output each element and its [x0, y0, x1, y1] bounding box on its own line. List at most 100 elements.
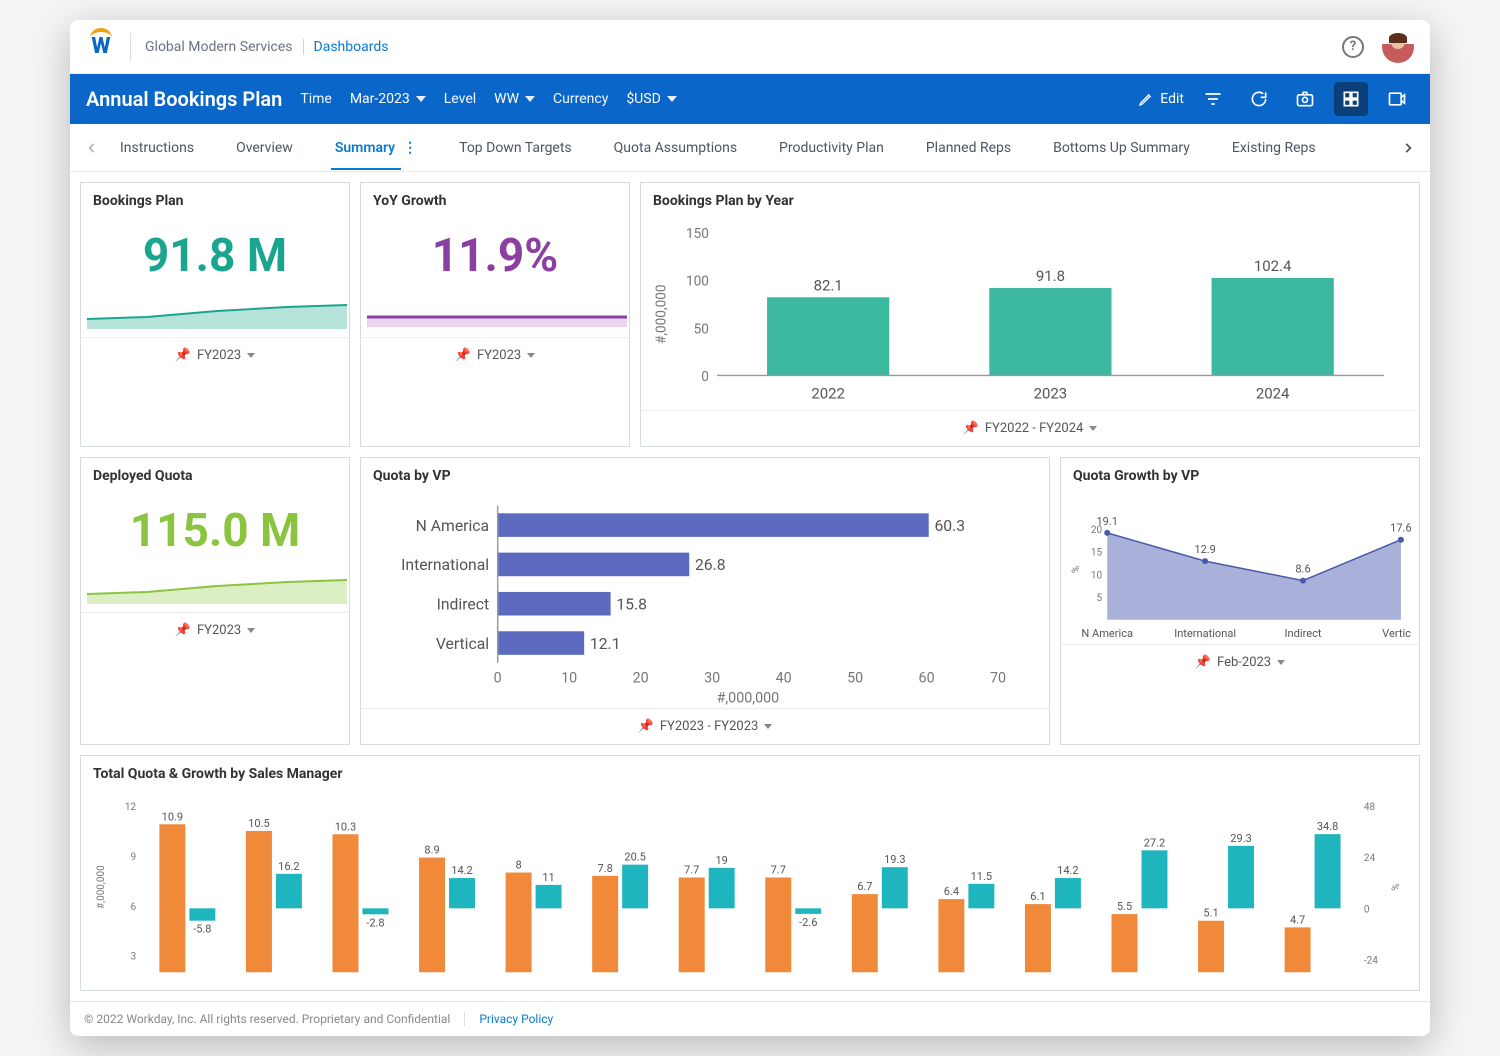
svg-text:12: 12: [125, 802, 137, 813]
svg-text:8: 8: [516, 858, 522, 871]
present-icon[interactable]: [1380, 82, 1414, 116]
filter-icon[interactable]: [1196, 82, 1230, 116]
svg-text:Indirect: Indirect: [1285, 626, 1322, 639]
svg-text:60.3: 60.3: [934, 515, 965, 534]
svg-text:17.6: 17.6: [1390, 521, 1411, 534]
svg-text:2024: 2024: [1256, 385, 1290, 403]
svg-text:15.8: 15.8: [616, 594, 647, 613]
svg-text:48: 48: [1364, 802, 1376, 813]
svg-text:6.4: 6.4: [944, 885, 959, 898]
tenant-name: Global Modern Services: [145, 39, 293, 55]
filter-currency[interactable]: $USD: [626, 91, 676, 107]
card-footer-picker[interactable]: 📌 Feb-2023: [1061, 644, 1419, 680]
svg-text:15: 15: [1091, 547, 1103, 558]
tab-planned-reps[interactable]: Planned Reps: [922, 126, 1015, 170]
filter-level[interactable]: WW: [494, 91, 535, 107]
tab-existing-reps[interactable]: Existing Reps: [1228, 126, 1320, 170]
filter-label-level: Level: [444, 91, 476, 107]
svg-text:100: 100: [686, 274, 709, 290]
pin-icon: 📌: [175, 623, 191, 638]
tab-scroll-right[interactable]: [1394, 141, 1422, 155]
svg-text:-2.6: -2.6: [799, 916, 817, 929]
svg-text:19: 19: [715, 854, 727, 867]
tab-top-down-targets[interactable]: Top Down Targets: [455, 126, 576, 170]
svg-text:14.2: 14.2: [1057, 864, 1078, 877]
breadcrumb-dashboards[interactable]: Dashboards: [314, 39, 389, 55]
svg-text:7.7: 7.7: [771, 863, 786, 876]
svg-text:6: 6: [130, 902, 136, 913]
filter-time[interactable]: Mar-2023: [350, 91, 426, 107]
card-total-quota-growth: Total Quota & Growth by Sales Manager 3 6…: [80, 755, 1420, 991]
svg-text:7.7: 7.7: [684, 863, 699, 876]
svg-text:26.8: 26.8: [695, 555, 726, 574]
tab-instructions[interactable]: Instructions: [116, 126, 198, 170]
svg-text:20: 20: [633, 670, 649, 686]
pin-icon: 📌: [455, 348, 471, 363]
svg-text:82.1: 82.1: [814, 276, 843, 294]
pin-icon: 📌: [175, 348, 191, 363]
card-footer-picker[interactable]: 📌 FY2023: [81, 612, 349, 648]
tab-summary[interactable]: Summary⋮: [331, 126, 421, 170]
svg-text:9: 9: [130, 852, 136, 863]
card-title: Quota Growth by VP: [1061, 458, 1419, 494]
svg-text:29.3: 29.3: [1230, 832, 1251, 845]
svg-text:3: 3: [130, 952, 136, 963]
svg-text:102.4: 102.4: [1254, 257, 1292, 275]
card-footer-picker[interactable]: 📌 FY2023: [81, 337, 349, 373]
card-footer-picker[interactable]: 📌 FY2022 - FY2024: [641, 410, 1419, 446]
svg-text:11: 11: [542, 871, 554, 884]
card-yoy-growth: YoY Growth 11.9% 📌 FY2023: [360, 182, 630, 447]
card-title: Total Quota & Growth by Sales Manager: [81, 756, 1419, 792]
card-quota-growth-vp: Quota Growth by VP 5101520%19.1N America…: [1060, 457, 1420, 745]
svg-text:30: 30: [704, 670, 720, 686]
sparkline: [87, 564, 347, 604]
svg-text:10.9: 10.9: [162, 810, 183, 823]
tab-overview[interactable]: Overview: [232, 126, 297, 170]
privacy-link[interactable]: Privacy Policy: [479, 1012, 553, 1026]
workday-logo[interactable]: W: [86, 32, 116, 62]
svg-text:10.5: 10.5: [248, 817, 269, 830]
svg-text:Vertical: Vertical: [436, 633, 489, 652]
svg-text:16.2: 16.2: [278, 860, 299, 873]
svg-text:#,000,000: #,000,000: [96, 865, 107, 909]
svg-text:#,000,000: #,000,000: [653, 284, 669, 344]
svg-text:70: 70: [990, 670, 1006, 686]
svg-text:12.9: 12.9: [1194, 543, 1216, 556]
camera-icon[interactable]: [1288, 82, 1322, 116]
tab-menu-icon[interactable]: ⋮: [403, 140, 417, 156]
edit-button[interactable]: Edit: [1138, 91, 1184, 107]
help-icon[interactable]: ?: [1342, 36, 1364, 58]
page-title: Annual Bookings Plan: [86, 87, 282, 111]
card-title: Bookings Plan: [81, 183, 349, 219]
card-footer-picker[interactable]: 📌 FY2023 - FY2023: [361, 708, 1049, 744]
svg-text:0: 0: [1364, 904, 1370, 915]
svg-text:10.3: 10.3: [335, 820, 356, 833]
divider: [303, 39, 304, 55]
kpi-value: 91.8 M: [81, 219, 349, 289]
svg-text:19.1: 19.1: [1096, 514, 1118, 527]
tab-productivity-plan[interactable]: Productivity Plan: [775, 126, 888, 170]
svg-text:34.8: 34.8: [1317, 820, 1338, 833]
avatar[interactable]: [1382, 31, 1414, 63]
svg-text:60: 60: [919, 670, 935, 686]
svg-text:10: 10: [561, 670, 577, 686]
card-title: Deployed Quota: [81, 458, 349, 494]
card-bookings-by-year: Bookings Plan by Year 050100150#,000,000…: [640, 182, 1420, 447]
tab-quota-assumptions[interactable]: Quota Assumptions: [610, 126, 741, 170]
tab-scroll-left[interactable]: [78, 141, 106, 155]
svg-text:International: International: [401, 555, 489, 574]
card-footer-picker[interactable]: 📌 FY2023: [361, 337, 629, 373]
svg-text:5: 5: [1097, 593, 1103, 604]
svg-text:8.6: 8.6: [1295, 562, 1310, 575]
divider: [464, 1012, 465, 1026]
grid-view-icon[interactable]: [1334, 82, 1368, 116]
svg-text:6.1: 6.1: [1030, 890, 1045, 903]
svg-text:150: 150: [686, 226, 709, 242]
refresh-icon[interactable]: [1242, 82, 1276, 116]
svg-text:10: 10: [1091, 570, 1103, 581]
svg-text:N America: N America: [416, 515, 489, 534]
svg-text:Indirect: Indirect: [437, 594, 490, 613]
svg-text:24: 24: [1364, 853, 1376, 864]
svg-text:14.2: 14.2: [451, 864, 472, 877]
tab-bottoms-up-summary[interactable]: Bottoms Up Summary: [1049, 126, 1194, 170]
